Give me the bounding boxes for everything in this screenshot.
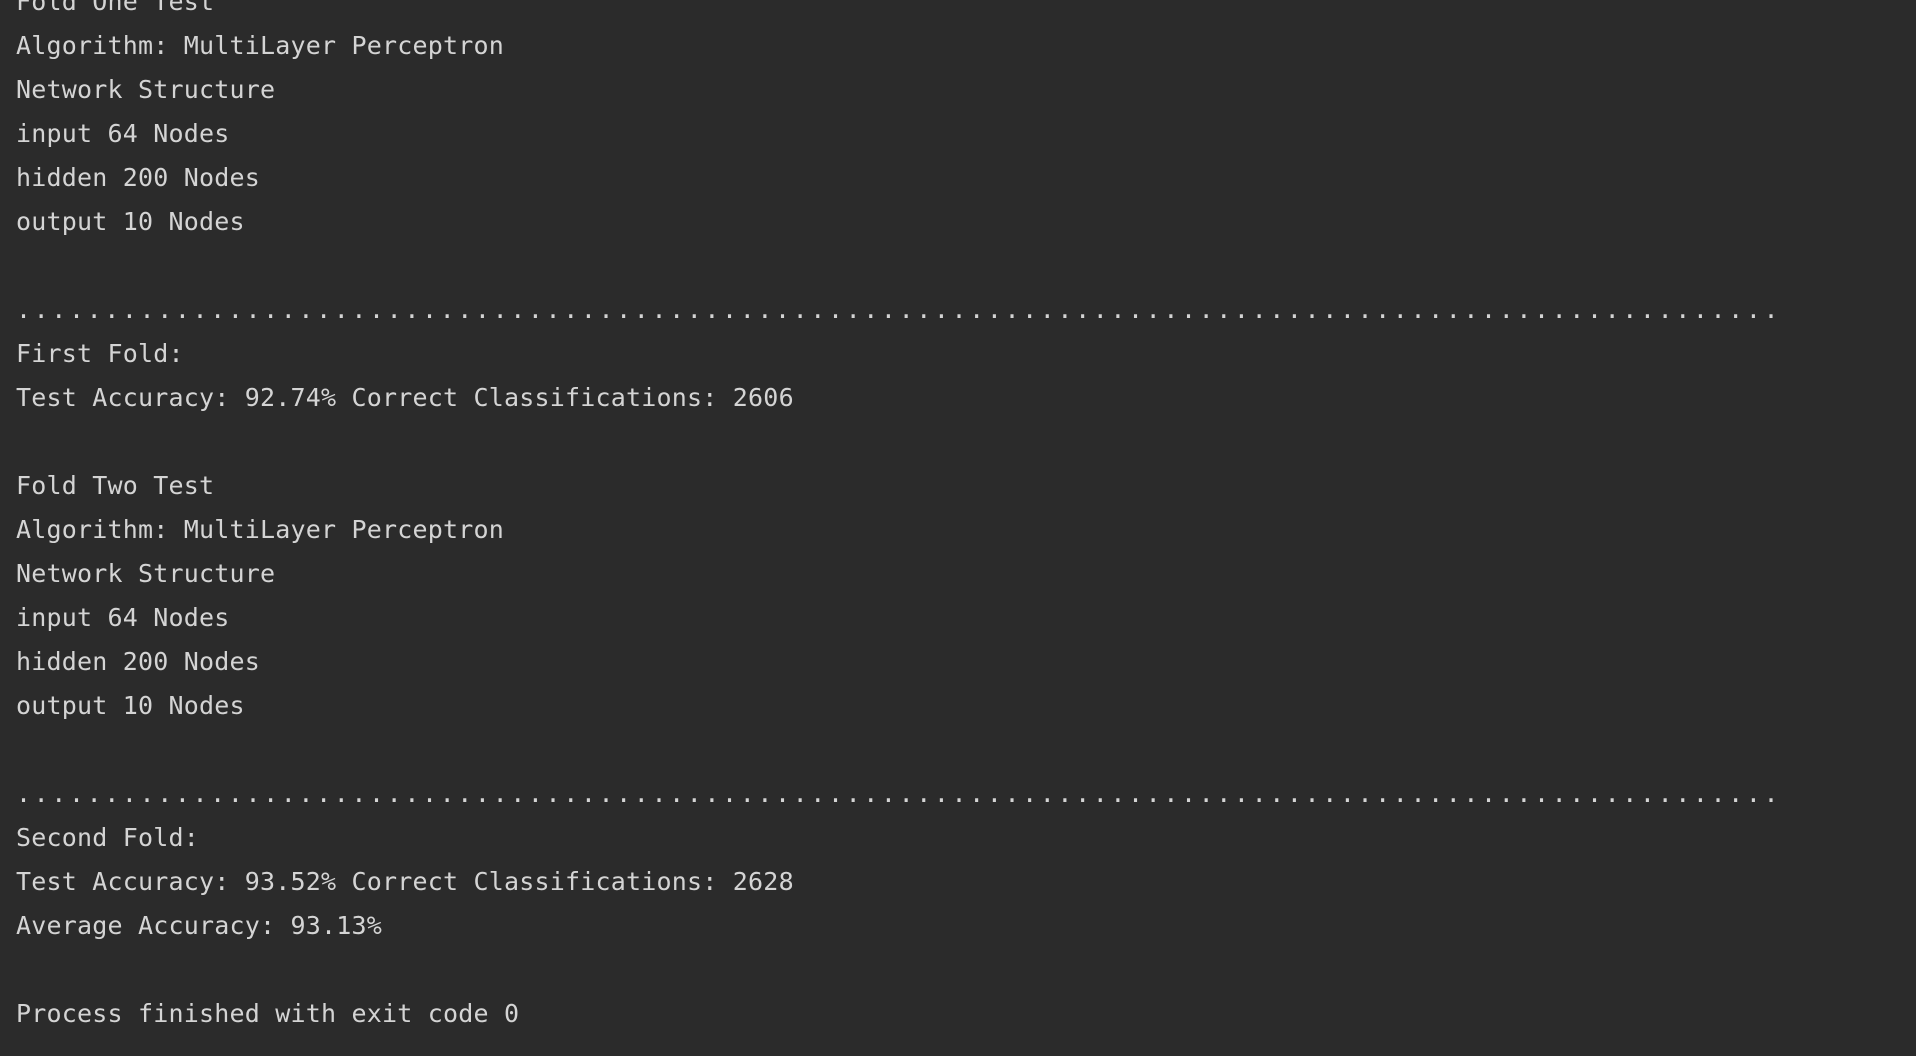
console-line-network-structure: Network Structure bbox=[16, 559, 276, 588]
run-console-panel[interactable]: Fold One Test Algorithm: MultiLayer Perc… bbox=[0, 0, 1916, 1056]
console-line-fold-two-header: Fold Two Test bbox=[16, 471, 215, 500]
console-line-hidden-layer: hidden 200 Nodes bbox=[16, 647, 261, 676]
console-line-input-layer: input 64 Nodes bbox=[16, 603, 230, 632]
console-line-second-fold: Second Fold: bbox=[16, 823, 200, 852]
console-line-first-fold: First Fold: bbox=[16, 339, 184, 368]
console-line-second-fold-accuracy: Test Accuracy: 93.52% Correct Classifica… bbox=[16, 867, 794, 896]
console-line-separator: ........................................… bbox=[16, 779, 1782, 808]
console-output[interactable]: Fold One Test Algorithm: MultiLayer Perc… bbox=[16, 0, 1900, 1036]
console-line-separator: ........................................… bbox=[16, 295, 1782, 324]
console-line-network-structure: Network Structure bbox=[16, 75, 276, 104]
console-line-input-layer: input 64 Nodes bbox=[16, 119, 230, 148]
console-line-algorithm: Algorithm: MultiLayer Perceptron bbox=[16, 31, 505, 60]
console-line-fold-one-header: Fold One Test bbox=[16, 0, 215, 16]
console-line-output-layer: output 10 Nodes bbox=[16, 691, 245, 720]
console-line-first-fold-accuracy: Test Accuracy: 92.74% Correct Classifica… bbox=[16, 383, 794, 412]
console-line-process-finished: Process finished with exit code 0 bbox=[16, 999, 520, 1028]
console-line-hidden-layer: hidden 200 Nodes bbox=[16, 163, 261, 192]
console-line-output-layer: output 10 Nodes bbox=[16, 207, 245, 236]
console-line-algorithm: Algorithm: MultiLayer Perceptron bbox=[16, 515, 505, 544]
console-line-average-accuracy: Average Accuracy: 93.13% bbox=[16, 911, 383, 940]
